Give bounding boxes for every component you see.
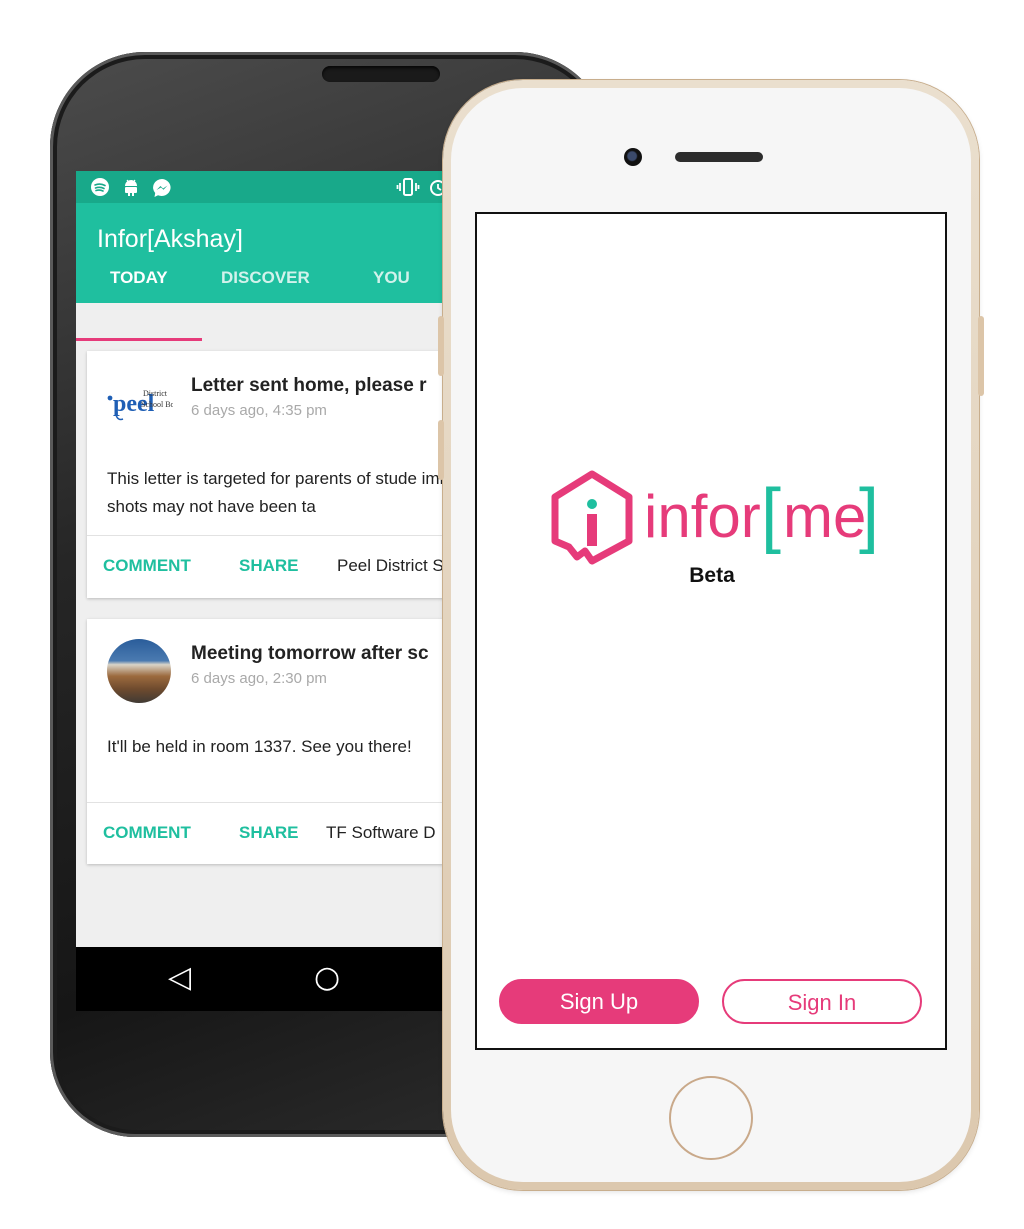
vibrate-icon (396, 177, 420, 202)
camera-icon (624, 148, 642, 166)
back-icon[interactable]: ◁ (168, 959, 191, 997)
card-timestamp: 6 days ago, 4:35 pm (191, 402, 327, 419)
card-divider (87, 802, 447, 803)
feed-card[interactable]: peel District School Board Letter sent h… (87, 351, 522, 598)
svg-text:infor: infor (644, 483, 761, 550)
informe-logo: infor [ me ] (551, 470, 879, 565)
svg-text:]: ] (859, 475, 879, 555)
iphone: infor [ me ] Beta Sign Up Sign In (438, 80, 984, 1190)
tab-today[interactable]: TODAY (110, 268, 168, 288)
comment-button[interactable]: COMMENT (103, 823, 191, 843)
card-title: Meeting tomorrow after sc (191, 643, 429, 664)
iphone-screen: infor [ me ] Beta Sign Up Sign In (475, 212, 947, 1050)
tab-you[interactable]: YOU (373, 268, 410, 288)
beta-label: Beta (689, 564, 735, 587)
home-button[interactable] (669, 1076, 753, 1160)
power-button (978, 316, 984, 396)
card-source: Peel District S (337, 556, 444, 575)
avatar (107, 639, 171, 703)
svg-text:School Board: School Board (141, 400, 173, 409)
iphone-earpiece (675, 152, 763, 162)
sign-up-button[interactable]: Sign Up (499, 979, 699, 1024)
card-timestamp: 6 days ago, 2:30 pm (191, 670, 327, 687)
app-title: Infor[Akshay] (97, 225, 243, 253)
tab-discover[interactable]: DISCOVER (221, 268, 310, 288)
card-source: TF Software D (326, 823, 436, 842)
share-button[interactable]: SHARE (239, 556, 299, 576)
iphone-face: infor [ me ] Beta Sign Up Sign In (451, 88, 971, 1182)
svg-text:me: me (783, 483, 866, 550)
android-icon (122, 177, 140, 202)
spotify-icon (90, 177, 110, 202)
feed-card[interactable]: Meeting tomorrow after sc 6 days ago, 2:… (87, 619, 447, 864)
volume-button (438, 420, 444, 480)
logo-dot-icon (587, 499, 597, 509)
svg-text:[: [ (761, 475, 781, 555)
volume-button (438, 316, 444, 376)
active-tab-indicator (76, 338, 202, 341)
card-title: Letter sent home, please r (191, 375, 427, 396)
peel-school-board-logo: peel District School Board (107, 381, 185, 433)
messenger-icon (151, 177, 173, 204)
svg-text:District: District (143, 389, 168, 398)
sign-in-button[interactable]: Sign In (722, 979, 922, 1024)
home-icon[interactable]: ○ (314, 959, 340, 997)
android-speaker-grille (322, 66, 440, 82)
card-divider (87, 535, 447, 536)
comment-button[interactable]: COMMENT (103, 556, 191, 576)
share-button[interactable]: SHARE (239, 823, 299, 843)
